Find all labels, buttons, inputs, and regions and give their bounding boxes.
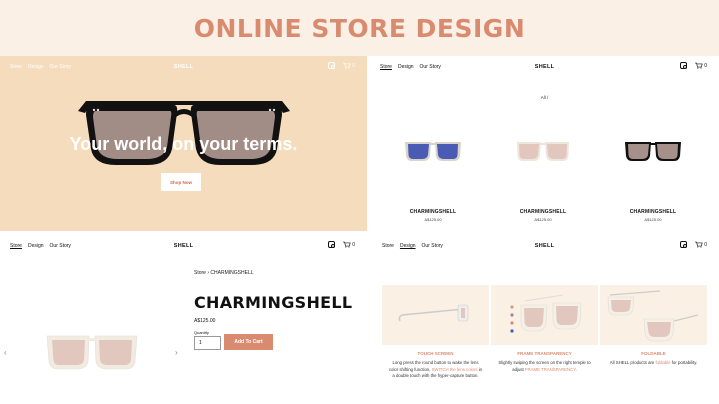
category-filter[interactable]: All /: [370, 95, 719, 100]
product-name: CHARMINGSHELL: [519, 209, 567, 215]
brand-logo[interactable]: SHELL: [370, 64, 719, 70]
glasses-transparency-sketch: [510, 294, 582, 333]
product-name: CHARMINGSHELL: [629, 209, 677, 215]
product-title: CHARMINGSHELL: [194, 293, 353, 312]
feature-desc-highlight: SWITCH the lens colors: [431, 366, 478, 372]
product-price: A$125.00: [644, 217, 662, 222]
product-price: A$125.00: [424, 217, 442, 222]
feature-image-foldable: [600, 285, 707, 345]
product-price: A$125.00: [194, 318, 216, 324]
prev-image-arrow[interactable]: ‹: [4, 348, 7, 357]
product-card[interactable]: CHARMINGSHELL A$125.00: [393, 140, 473, 222]
nav-actions: 0: [328, 241, 355, 248]
cart-count: 0: [352, 62, 355, 69]
instagram-icon[interactable]: [680, 241, 688, 248]
feature-desc-text: for portability.: [670, 360, 698, 365]
brand-logo[interactable]: SHELL: [0, 243, 367, 249]
next-image-arrow[interactable]: ›: [175, 348, 178, 357]
breadcrumb-current: CHARMINGSHELL: [210, 270, 254, 276]
product-card[interactable]: CHARMINGSHELL A$125.00: [503, 140, 583, 222]
glasses-side-sketch: [398, 304, 469, 322]
cart-icon: [343, 62, 351, 69]
product-card[interactable]: CHARMINGSHELL A$125.00: [613, 140, 693, 222]
cart-icon: [695, 62, 703, 69]
feature-desc-foldable: All SHELL products are foldable for port…: [600, 360, 707, 367]
instagram-icon[interactable]: [328, 62, 336, 69]
hero-sunglasses-image: [78, 101, 290, 165]
top-nav: Store Design Our Story SHELL 0: [370, 56, 719, 78]
top-nav: Store Design Our Story SHELL 0: [0, 56, 367, 78]
feature-title-frame-transparency: FRAME TRANSPARENCY: [517, 351, 572, 356]
instagram-icon[interactable]: [328, 241, 336, 248]
cart-button[interactable]: 0: [695, 62, 707, 69]
product-image: [625, 142, 681, 161]
cart-button[interactable]: 0: [695, 241, 707, 248]
feature-title-touch-screen: TOUCH SCREEN: [417, 351, 454, 356]
nav-actions: 0: [680, 241, 707, 248]
instagram-icon[interactable]: [680, 62, 688, 69]
nav-actions: 0: [328, 62, 355, 69]
glasses-foldable-sketch: [607, 290, 699, 342]
top-nav: Store Design Our Story SHELL 0: [370, 235, 719, 257]
breadcrumb: Store › CHARMINGSHELL: [194, 270, 253, 276]
feature-desc-highlight: FRAME TRANSPARENCY: [524, 366, 576, 372]
cart-button[interactable]: 0: [343, 62, 355, 69]
top-nav: Store Design Our Story SHELL 0: [0, 235, 367, 257]
hero-panel: Store Design Our Story SHELL 0 Your worl…: [0, 56, 367, 231]
product-main-image: [46, 335, 138, 370]
brand-logo[interactable]: SHELL: [0, 64, 367, 70]
product-image: [517, 142, 569, 161]
feature-desc-text: All SHELL products are: [609, 360, 656, 365]
product-detail-panel: Store Design Our Story SHELL 0 Store › C…: [0, 235, 367, 404]
feature-desc-touch-screen: Long press the round button to wake the …: [382, 360, 489, 380]
product-price: A$125.00: [534, 217, 552, 222]
brand-logo[interactable]: SHELL: [370, 243, 719, 249]
product-name: CHARMINGSHELL: [409, 209, 457, 215]
design-panel: Store Design Our Story SHELL 0 TOUCH SCR…: [370, 235, 719, 404]
cart-count: 0: [352, 241, 355, 248]
feature-desc-highlight: foldable: [655, 360, 671, 365]
nav-actions: 0: [680, 62, 707, 69]
breadcrumb-separator: ›: [207, 270, 210, 276]
catalog-panel: Store Design Our Story SHELL 0 All / CHA…: [370, 56, 719, 231]
breadcrumb-store[interactable]: Store: [194, 270, 206, 276]
product-image: [405, 142, 461, 161]
feature-image-frame-transparency: [491, 285, 598, 345]
quantity-label: Quantity: [194, 330, 209, 335]
cart-icon: [343, 241, 351, 248]
feature-desc-text: .: [575, 366, 577, 372]
cart-icon: [695, 241, 703, 248]
add-to-cart-button[interactable]: Add To Cart: [224, 334, 273, 350]
feature-desc-frame-transparency: Slightly swiping the screen on the right…: [491, 360, 598, 373]
feature-image-touch-screen: [382, 285, 489, 345]
cart-count: 0: [704, 62, 707, 69]
cart-count: 0: [704, 241, 707, 248]
page-title: ONLINE STORE DESIGN: [193, 14, 526, 43]
shop-now-button[interactable]: Shop Now: [161, 173, 201, 191]
hero-tagline: Your world, on your terms.: [69, 134, 298, 154]
feature-title-foldable: FOLDABLE: [641, 351, 666, 356]
quantity-input[interactable]: 1: [194, 336, 221, 350]
cart-button[interactable]: 0: [343, 241, 355, 248]
